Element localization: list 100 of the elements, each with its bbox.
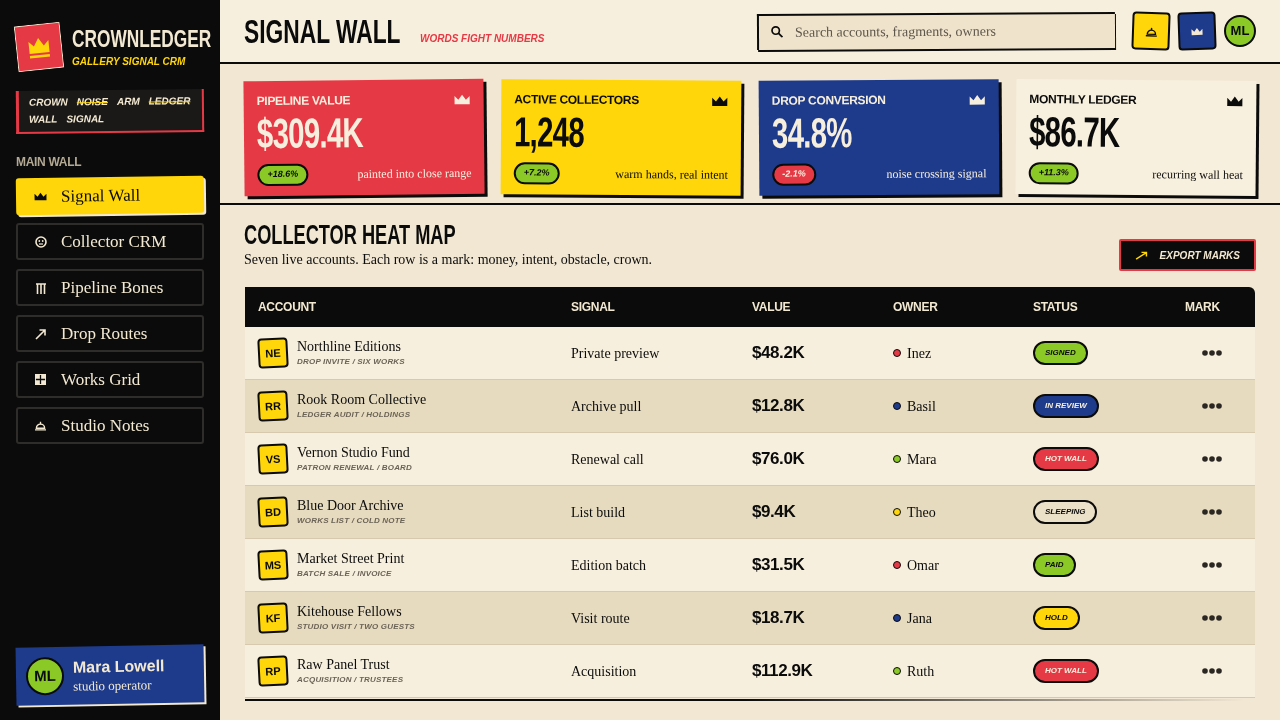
crown-icon [33, 191, 48, 202]
kpi-label: DROP CONVERSION [771, 91, 886, 109]
face-icon [34, 235, 47, 248]
crown-logo-icon [13, 21, 65, 73]
brand-tagline: GALLERY SIGNAL CRM [72, 55, 186, 69]
account-initials: KF [257, 602, 289, 634]
account-name: Rook Room Collective [297, 391, 427, 409]
kpi-value: $309.4K [256, 110, 364, 158]
column-header: STATUS [1033, 300, 1078, 314]
account-detail: BATCH SALE / INVOICE [297, 568, 392, 580]
sidebar-item[interactable]: Signal Wall [15, 175, 205, 216]
owner-name: Basil [907, 397, 936, 416]
owner-name: Jana [907, 609, 932, 628]
kpi-label: MONTHLY LEDGER [1029, 91, 1137, 108]
account-detail: PATRON RENEWAL / BOARD [297, 462, 413, 474]
status-tag: HOT WALL [1033, 447, 1099, 471]
sidebar-item[interactable]: Collector CRM [16, 223, 204, 260]
account-initials: RR [257, 390, 289, 422]
owner-name: Theo [907, 503, 936, 522]
more-icon[interactable] [1202, 562, 1222, 568]
kpi-caption: noise crossing signal [885, 165, 987, 182]
value-text: $112.9K [752, 660, 813, 683]
status-tag: SIGNED [1033, 341, 1088, 365]
owner-name: Inez [907, 344, 932, 363]
status-tag: SLEEPING [1033, 500, 1098, 524]
account-detail: LEDGER AUDIT / HOLDINGS [297, 409, 411, 421]
motto-word: CROWN [28, 95, 68, 110]
column-header: VALUE [752, 300, 791, 314]
crown-icon [968, 93, 986, 105]
sidebar-item[interactable]: Studio Notes [16, 407, 204, 444]
page-title: SIGNAL WALL [244, 11, 401, 51]
account-initials: RP [257, 655, 289, 687]
grid-icon [35, 374, 46, 385]
delta-pill: -2.1% [771, 163, 816, 186]
crown-icon [453, 93, 471, 105]
more-icon[interactable] [1202, 350, 1222, 356]
arrow-icon [1134, 250, 1148, 260]
value-text: $31.5K [752, 554, 805, 577]
more-icon[interactable] [1202, 615, 1222, 621]
more-icon[interactable] [1202, 456, 1222, 462]
sidebar-item[interactable]: Drop Routes [16, 315, 204, 352]
kpi-label: ACTIVE COLLECTORS [514, 91, 640, 109]
account-initials: NE [257, 337, 289, 369]
pillars-icon [34, 281, 47, 294]
signal-text: Acquisition [571, 662, 637, 681]
column-header: ACCOUNT [258, 300, 316, 314]
crown-icon [1226, 95, 1244, 107]
search-field[interactable]: Search accounts, fragments, owners [756, 12, 1116, 50]
account-name: Blue Door Archive [297, 497, 404, 515]
value-text: $12.8K [752, 395, 805, 418]
user-avatar[interactable]: ML [1224, 15, 1256, 47]
page-tagline: WORDS FIGHT NUMBERS [420, 31, 545, 46]
account-name: Kitehouse Fellows [297, 603, 402, 621]
kpi-caption: painted into close range [357, 164, 472, 183]
search-icon [770, 25, 784, 38]
owner-name: Ruth [907, 662, 935, 681]
account-detail: DROP INVITE / SIX WORKS [297, 356, 405, 368]
value-text: $76.0K [752, 448, 805, 471]
user-avatar: ML [25, 656, 65, 696]
motto-word: ARM [116, 94, 140, 109]
section-subtitle: Seven live accounts. Each row is a mark: money, intent, obstacle, crown. [244, 251, 653, 269]
value-text: $18.7K [752, 607, 805, 630]
arrow-icon [34, 327, 47, 340]
status-tag: HOT WALL [1033, 659, 1099, 683]
value-text: $9.4K [752, 501, 796, 524]
account-name: Northline Editions [297, 338, 401, 356]
more-icon[interactable] [1202, 509, 1222, 515]
sidebar-item[interactable]: Works Grid [16, 361, 204, 398]
crown-button[interactable] [1177, 11, 1217, 51]
sidebar-item[interactable]: Pipeline Bones [16, 269, 204, 306]
kpi-value: $86.7K [1028, 109, 1120, 156]
delta-pill: +18.6% [257, 163, 309, 187]
account-name: Raw Panel Trust [297, 656, 390, 674]
account-initials: VS [257, 443, 289, 475]
crown-icon [711, 95, 729, 107]
account-name: Market Street Print [297, 550, 405, 568]
account-detail: STUDIO VISIT / TWO GUESTS [297, 621, 415, 633]
crown-icon [1190, 26, 1204, 36]
owner-name: Mara [907, 450, 937, 469]
bell-button[interactable] [1131, 11, 1171, 51]
user-role: studio operator [73, 675, 152, 695]
more-icon[interactable] [1202, 668, 1222, 674]
account-detail: WORKS LIST / COLD NOTE [297, 515, 406, 527]
section-label: MAIN WALL [16, 155, 82, 169]
motto-word: SIGNAL [66, 112, 105, 127]
signal-text: Renewal call [571, 450, 644, 469]
user-name: Mara Lowell [72, 655, 165, 678]
account-detail: ACQUISITION / TRUSTEES [297, 674, 404, 686]
service-bell-icon [34, 420, 47, 431]
account-name: Vernon Studio Fund [297, 444, 410, 462]
more-icon[interactable] [1202, 403, 1222, 409]
column-header: SIGNAL [571, 300, 615, 314]
status-tag: PAID [1033, 553, 1076, 577]
service-bell-icon [1144, 25, 1158, 37]
export-button[interactable]: EXPORT MARKS [1118, 239, 1256, 271]
account-initials: MS [257, 549, 289, 581]
signal-text: List build [571, 503, 626, 522]
kpi-caption: warm hands, real intent [615, 165, 729, 183]
brand-name: CROWNLEDGER [72, 25, 212, 53]
signal-text: Archive pull [571, 397, 642, 416]
